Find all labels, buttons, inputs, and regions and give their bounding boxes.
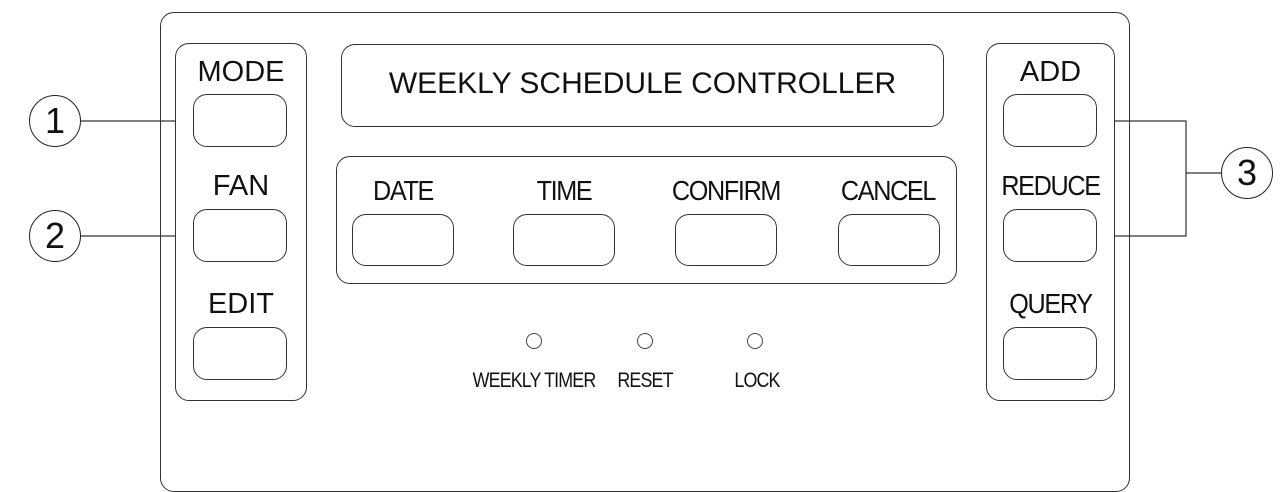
cancel-label: CANCEL [840,175,936,206]
display-title: WEEKLY SCHEDULE CONTROLLER [388,67,897,100]
fan-button[interactable] [193,209,287,262]
reduce-label: REDUCE [1001,170,1101,201]
reset-led [637,333,653,349]
callout-2-number: 2 [44,215,66,256]
callout-1: 1 [29,95,81,147]
lock-led [747,333,763,349]
callout-3-number: 3 [1236,152,1258,193]
callout-1-number: 1 [44,100,66,141]
query-button[interactable] [1003,327,1097,380]
time-label: TIME [536,175,593,206]
fan-label: FAN [212,170,270,202]
add-button[interactable] [1003,94,1097,147]
time-button[interactable] [513,214,615,266]
add-label: ADD [1019,56,1082,88]
reduce-button[interactable] [1003,209,1097,262]
edit-button[interactable] [193,327,287,380]
edit-label: EDIT [207,288,275,320]
confirm-label: CONFIRM [671,175,781,206]
mode-button[interactable] [193,94,287,147]
date-button[interactable] [352,214,454,266]
weekly-timer-led [526,333,542,349]
mode-label: MODE [197,56,285,88]
callout-2: 2 [29,210,81,262]
cancel-button[interactable] [838,214,940,266]
lock-label: LOCK [734,369,780,392]
callout-3: 3 [1221,147,1273,199]
date-label: DATE [373,175,434,206]
reset-label: RESET [617,369,673,392]
weekly-timer-label: WEEKLY TIMER [472,369,597,392]
confirm-button[interactable] [675,214,777,266]
query-label: QUERY [1009,288,1093,319]
